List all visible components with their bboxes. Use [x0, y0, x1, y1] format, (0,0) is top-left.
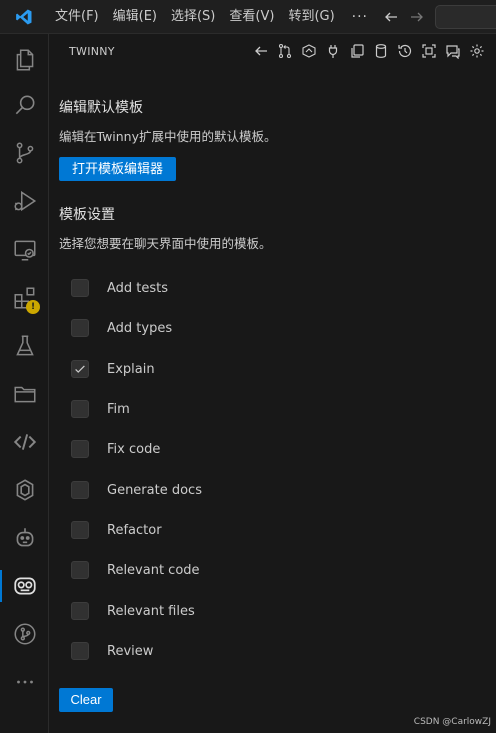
search-icon[interactable] — [0, 85, 49, 125]
menu-more[interactable]: ··· — [342, 9, 378, 25]
twinny-icon[interactable] — [0, 566, 49, 606]
menu-file[interactable]: 文件(F) — [48, 0, 106, 34]
checkbox[interactable] — [71, 481, 89, 499]
code-icon[interactable] — [0, 422, 49, 462]
template-label: Relevant code — [107, 562, 200, 578]
robot-icon[interactable] — [0, 518, 49, 558]
folder-icon[interactable] — [0, 374, 49, 414]
copy-icon[interactable] — [348, 41, 366, 61]
history-icon[interactable] — [396, 41, 414, 61]
pull-request-icon[interactable] — [276, 41, 294, 61]
edit-default-template-heading: 编辑默认模板 — [59, 100, 143, 116]
template-label: Generate docs — [107, 482, 202, 498]
template-settings-heading: 模板设置 — [59, 207, 115, 223]
new-chat-icon[interactable] — [444, 41, 462, 61]
plug-icon[interactable] — [324, 41, 342, 61]
extensions-icon[interactable]: ! — [0, 278, 49, 318]
template-label: Add types — [107, 320, 173, 336]
panel-title: TWINNY — [69, 45, 115, 58]
template-row-review[interactable]: Review — [71, 639, 153, 663]
checkbox-checked[interactable] — [71, 360, 89, 378]
template-row-fim[interactable]: Fim — [71, 397, 130, 421]
testing-icon[interactable] — [0, 326, 49, 366]
template-label: Add tests — [107, 280, 169, 296]
hub-icon[interactable] — [300, 41, 318, 61]
checkbox[interactable] — [71, 602, 89, 620]
menu-view[interactable]: 查看(V) — [222, 0, 281, 34]
more-icon[interactable] — [0, 662, 49, 702]
template-row-fix-code[interactable]: Fix code — [71, 437, 160, 461]
template-row-add-types[interactable]: Add types — [71, 316, 172, 340]
template-label: Refactor — [107, 522, 162, 538]
vscode-logo-icon — [0, 0, 48, 34]
watermark: CSDN @CarlowZJ — [413, 717, 491, 727]
template-label: Explain — [107, 361, 155, 377]
twinny-panel: TWINNY 编辑默认模板 编辑在Twinny扩展中使用的默认模板。 打开模板编… — [49, 34, 496, 733]
warning-badge-icon: ! — [26, 300, 40, 314]
menu-edit[interactable]: 编辑(E) — [106, 0, 164, 34]
template-row-add-tests[interactable]: Add tests — [71, 276, 168, 300]
template-row-refactor[interactable]: Refactor — [71, 518, 162, 542]
edit-default-template-description: 编辑在Twinny扩展中使用的默认模板。 — [59, 129, 277, 144]
panel-header: TWINNY — [49, 34, 496, 69]
menu-selection[interactable]: 选择(S) — [164, 0, 222, 34]
checkbox[interactable] — [71, 561, 89, 579]
template-label: Fim — [107, 401, 130, 417]
fullscreen-icon[interactable] — [420, 41, 438, 61]
checkmark-icon — [75, 365, 85, 373]
title-bar: 文件(F) 编辑(E) 选择(S) 查看(V) 转到(G) ··· — [0, 0, 496, 34]
checkbox[interactable] — [71, 642, 89, 660]
open-template-editor-button[interactable]: 打开模板编辑器 — [59, 157, 176, 181]
template-row-relevant-code[interactable]: Relevant code — [71, 558, 200, 582]
template-label: Relevant files — [107, 603, 195, 619]
chatgpt-icon[interactable] — [0, 470, 49, 510]
checkbox[interactable] — [71, 279, 89, 297]
activity-bar: ! — [0, 34, 49, 733]
checkbox[interactable] — [71, 521, 89, 539]
checkbox[interactable] — [71, 440, 89, 458]
git-graph-icon[interactable] — [0, 614, 49, 654]
explorer-icon[interactable] — [0, 40, 49, 80]
template-row-relevant-files[interactable]: Relevant files — [71, 599, 195, 623]
template-label: Review — [107, 643, 154, 659]
checkbox[interactable] — [71, 319, 89, 337]
template-label: Fix code — [107, 441, 161, 457]
template-row-explain[interactable]: Explain — [71, 357, 155, 381]
checkbox[interactable] — [71, 400, 89, 418]
settings-icon[interactable] — [468, 41, 486, 61]
back-arrow-icon[interactable] — [378, 0, 404, 34]
forward-arrow-icon[interactable] — [404, 0, 430, 34]
remote-explorer-icon[interactable] — [0, 230, 49, 270]
template-row-generate-docs[interactable]: Generate docs — [71, 478, 202, 502]
clear-button[interactable]: Clear — [59, 688, 113, 712]
run-debug-icon[interactable] — [0, 181, 49, 221]
menu-go[interactable]: 转到(G) — [281, 0, 341, 34]
panel-toolbar — [252, 41, 486, 61]
back-icon[interactable] — [252, 41, 270, 61]
template-settings-description: 选择您想要在聊天界面中使用的模板。 — [59, 236, 272, 251]
command-center-search[interactable] — [435, 5, 496, 29]
source-control-icon[interactable] — [0, 133, 49, 173]
database-icon[interactable] — [372, 41, 390, 61]
